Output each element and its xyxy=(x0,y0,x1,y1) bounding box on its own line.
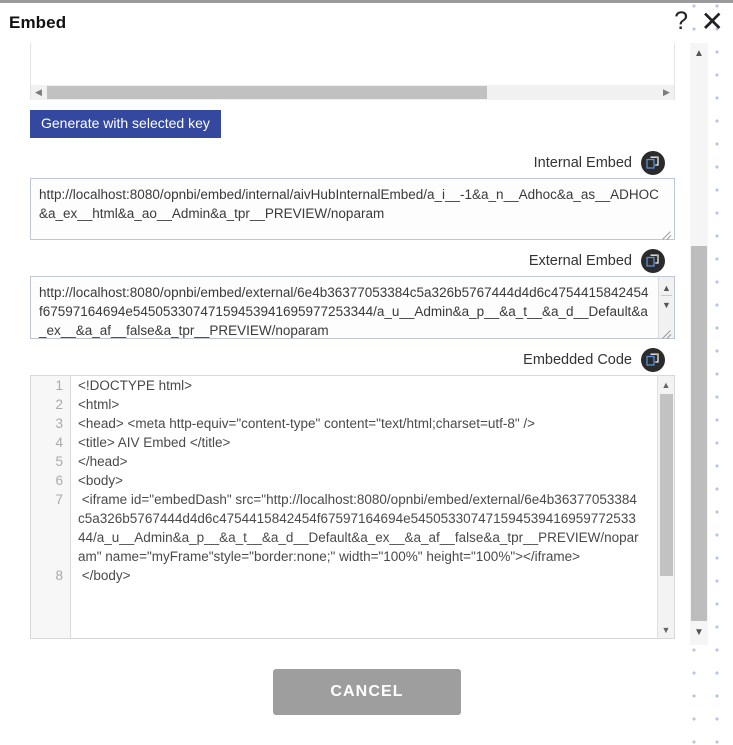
embedded-code-field-group: Embedded Code 1 2 3 4 5 6 7 8 <!DOCTYPE html> <h… xyxy=(30,345,675,639)
external-embed-header: External Embed xyxy=(30,246,675,276)
help-icon[interactable]: ? xyxy=(674,9,688,34)
keys-table-panel: ◀ ▶ xyxy=(30,43,675,100)
external-embed-label: External Embed xyxy=(528,253,632,269)
code-line: <head> <meta http-equiv="content-type" c… xyxy=(78,416,536,431)
code-line-number: 3 xyxy=(55,416,63,431)
dialog-scroll-down-arrow-icon[interactable]: ▼ xyxy=(690,624,708,640)
dialog-vscroll-thumb[interactable] xyxy=(691,246,707,621)
internal-embed-header: Internal Embed xyxy=(30,148,675,178)
code-line-number: 5 xyxy=(55,454,63,469)
dialog-vertical-scrollbar[interactable]: ▲ ▼ xyxy=(690,43,708,645)
external-embed-value: http://localhost:8080/opnbi/embed/extern… xyxy=(39,285,649,338)
external-embed-field-group: External Embed http://localhost:8080/opn… xyxy=(30,246,675,339)
embedded-code-copy-icon[interactable] xyxy=(641,348,665,372)
embed-dialog: Embed ◀ ▶ Generate with selected key Int… xyxy=(0,0,690,745)
code-scroll-up-arrow-icon[interactable]: ▲ xyxy=(658,377,674,392)
code-line-number: 8 xyxy=(55,568,63,583)
internal-embed-value: http://localhost:8080/opnbi/embed/intern… xyxy=(39,187,659,221)
internal-embed-resize-grip[interactable] xyxy=(659,225,673,239)
external-embed-resize-grip[interactable] xyxy=(659,324,673,338)
code-line-number: 1 xyxy=(55,378,63,393)
external-embed-textarea[interactable]: http://localhost:8080/opnbi/embed/extern… xyxy=(30,276,675,339)
keys-horizontal-scrollbar[interactable]: ◀ ▶ xyxy=(31,85,674,100)
scroll-down-arrow-icon[interactable]: ▼ xyxy=(659,297,674,312)
code-line-number: 2 xyxy=(55,397,63,412)
scroll-up-arrow-icon[interactable]: ▲ xyxy=(659,280,674,295)
code-line: <html> xyxy=(78,397,120,412)
external-embed-copy-icon[interactable] xyxy=(641,249,665,273)
embedded-code-label: Embedded Code xyxy=(523,352,632,368)
internal-embed-textarea[interactable]: http://localhost:8080/opnbi/embed/intern… xyxy=(30,178,675,240)
code-line-number-gutter: 1 2 3 4 5 6 7 8 xyxy=(31,376,71,638)
cancel-button[interactable]: CANCEL xyxy=(273,669,461,715)
internal-embed-field-group: Internal Embed http://localhost:8080/opn… xyxy=(30,148,675,240)
embedded-code-editor[interactable]: 1 2 3 4 5 6 7 8 <!DOCTYPE html> <html> <head> <me… xyxy=(30,375,675,639)
generate-with-selected-key-button[interactable]: Generate with selected key xyxy=(30,110,221,139)
code-line: <iframe id="embedDash" src="http://local… xyxy=(78,492,639,564)
dialog-body: ◀ ▶ Generate with selected key Internal … xyxy=(0,43,690,643)
code-line: </head> xyxy=(78,454,128,469)
code-vscroll-thumb[interactable] xyxy=(660,394,673,576)
code-line: </body> xyxy=(78,568,131,583)
code-line-number: 7 xyxy=(55,492,63,507)
code-vertical-scrollbar[interactable]: ▲ ▼ xyxy=(657,376,674,638)
code-line: <!DOCTYPE html> xyxy=(78,378,193,393)
code-line-number: 4 xyxy=(55,435,63,450)
code-line: <body> xyxy=(78,473,124,488)
keys-hscroll-thumb[interactable] xyxy=(47,86,487,99)
dialog-scroll-up-arrow-icon[interactable]: ▲ xyxy=(690,45,708,61)
code-line-number: 6 xyxy=(55,473,63,488)
code-line: <title> AIV Embed </title> xyxy=(78,435,231,450)
embedded-code-header: Embedded Code xyxy=(30,345,675,375)
dialog-title: Embed xyxy=(9,13,67,32)
scroll-left-arrow-icon[interactable]: ◀ xyxy=(31,85,46,100)
window-top-rule xyxy=(0,0,733,3)
code-content[interactable]: <!DOCTYPE html> <html> <head> <meta http-e… xyxy=(72,376,640,585)
code-scroll-down-arrow-icon[interactable]: ▼ xyxy=(658,622,674,637)
internal-embed-copy-icon[interactable] xyxy=(641,151,665,175)
scroll-right-arrow-icon[interactable]: ▶ xyxy=(659,85,674,100)
close-icon[interactable]: ✕ xyxy=(701,8,724,36)
scrollbar-divider xyxy=(661,295,672,296)
internal-embed-label: Internal Embed xyxy=(533,155,632,171)
